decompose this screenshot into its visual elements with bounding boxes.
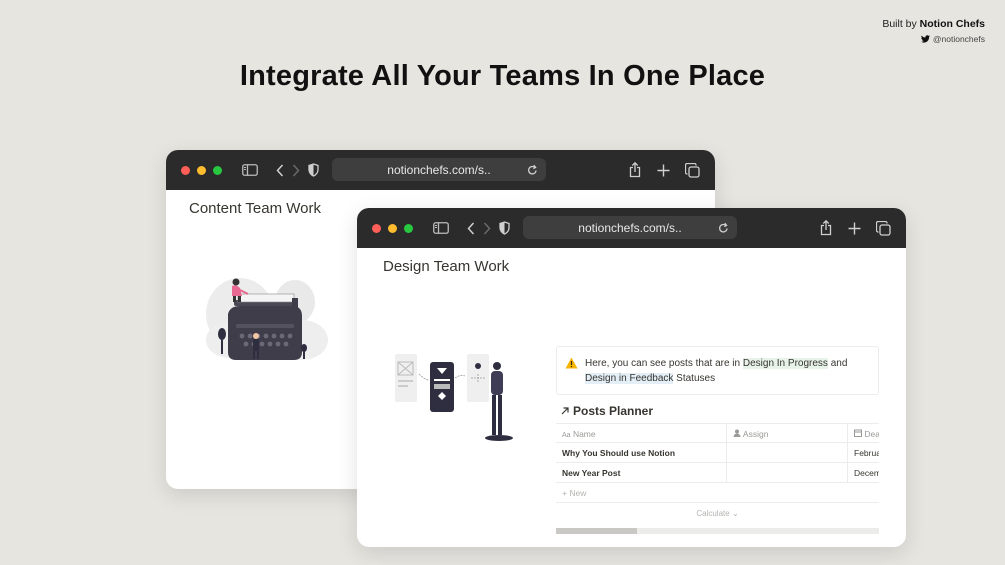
typewriter-illustration [206,278,328,360]
credit: Built by Notion Chefs @notionchefs [882,18,985,44]
chevron-down-icon: ⌄ [731,509,739,518]
share-icon[interactable] [629,162,641,178]
close-window-button[interactable] [181,166,190,175]
column-header-label: Name [572,429,596,439]
cell-assign[interactable] [726,443,847,463]
callout-text-mid: and [827,358,848,369]
status-tag-design-in-progress: Design In Progress [742,358,828,369]
sidebar-toggle-icon[interactable] [433,220,449,236]
privacy-shield-icon[interactable] [499,220,510,236]
column-header-name[interactable]: Aa Name [556,424,726,444]
calendar-property-icon [854,429,864,439]
minimize-window-button[interactable] [197,166,206,175]
page-title: Content Team Work [189,200,322,217]
database-title-link[interactable]: Posts Planner [561,404,653,418]
brand-name[interactable]: Notion Chefs [920,18,985,30]
scrollbar-thumb[interactable] [556,528,637,534]
built-by-line: Built by Notion Chefs [882,18,985,30]
minimize-window-button[interactable] [388,224,397,233]
forward-arrow-icon[interactable] [292,162,300,178]
column-header-label: Dea [864,429,879,439]
column-header-assign[interactable]: Assign [726,424,847,444]
cell-name[interactable]: Why You Should use Notion [556,443,726,463]
twitter-icon [920,35,930,43]
column-header-date[interactable]: Dea [847,424,879,444]
cell-date[interactable]: Februa [847,443,879,463]
tab-overview-icon[interactable] [876,220,891,236]
warning-icon [565,356,578,374]
address-bar[interactable]: notionchefs.com/s.. [332,158,546,181]
browser-toolbar: notionchefs.com/s.. [357,208,906,248]
calculate-label: Calculate [696,509,730,518]
back-arrow-icon[interactable] [467,220,475,236]
table-row[interactable]: New Year Post Decem [556,463,879,483]
reload-icon[interactable] [718,221,729,239]
sidebar-toggle-icon[interactable] [242,162,258,178]
url-text: notionchefs.com/s.. [578,221,682,235]
zoom-window-button[interactable] [213,166,222,175]
reload-icon[interactable] [527,163,538,181]
callout-block: Here, you can see posts that are in Desi… [556,346,879,395]
column-header-label: Assign [742,429,769,439]
tab-overview-icon[interactable] [685,162,700,178]
back-arrow-icon[interactable] [276,162,284,178]
calculate-button[interactable]: Calculate ⌄ [556,509,879,518]
table-header-row: Aa Name Assign Dea [556,423,879,444]
built-by-label: Built by [882,18,917,30]
callout-text-after: Statuses [673,373,716,384]
url-text: notionchefs.com/s.. [387,163,491,177]
cell-assign[interactable] [726,463,847,483]
callout-text: Here, you can see posts that are in Desi… [585,356,870,386]
posts-planner-table: Aa Name Assign Dea Why You Should use No… [556,423,879,518]
database-title: Posts Planner [573,404,654,418]
horizontal-scrollbar[interactable] [556,528,879,534]
new-row-label: New [569,488,587,498]
twitter-handle-line[interactable]: @notionchefs [882,34,985,44]
new-tab-icon[interactable] [657,162,670,178]
close-window-button[interactable] [372,224,381,233]
browser-window-design: notionchefs.com/s.. Design Team Work Her… [357,208,906,547]
callout-text-before: Here, you can see posts that are in [585,358,743,369]
text-property-icon: Aa [562,432,571,439]
design-wireframe-illustration [395,354,513,441]
privacy-shield-icon[interactable] [308,162,319,178]
address-bar[interactable]: notionchefs.com/s.. [523,216,737,239]
new-row-button[interactable]: + New [556,483,879,503]
cell-date[interactable]: Decem [847,463,879,483]
share-icon[interactable] [820,220,832,236]
headline: Integrate All Your Teams In One Place [239,60,766,92]
table-row[interactable]: Why You Should use Notion Februa [556,443,879,463]
status-tag-design-in-feedback: Design in Feedback [585,373,674,384]
twitter-handle: @notionchefs [932,34,985,44]
browser-toolbar: notionchefs.com/s.. [166,150,715,190]
forward-arrow-icon[interactable] [483,220,491,236]
plus-icon: + [562,488,567,498]
person-property-icon [733,429,743,439]
zoom-window-button[interactable] [404,224,413,233]
cell-name[interactable]: New Year Post [556,463,726,483]
new-tab-icon[interactable] [848,220,861,236]
page-title: Design Team Work [383,258,510,275]
link-arrow-icon [561,407,569,415]
